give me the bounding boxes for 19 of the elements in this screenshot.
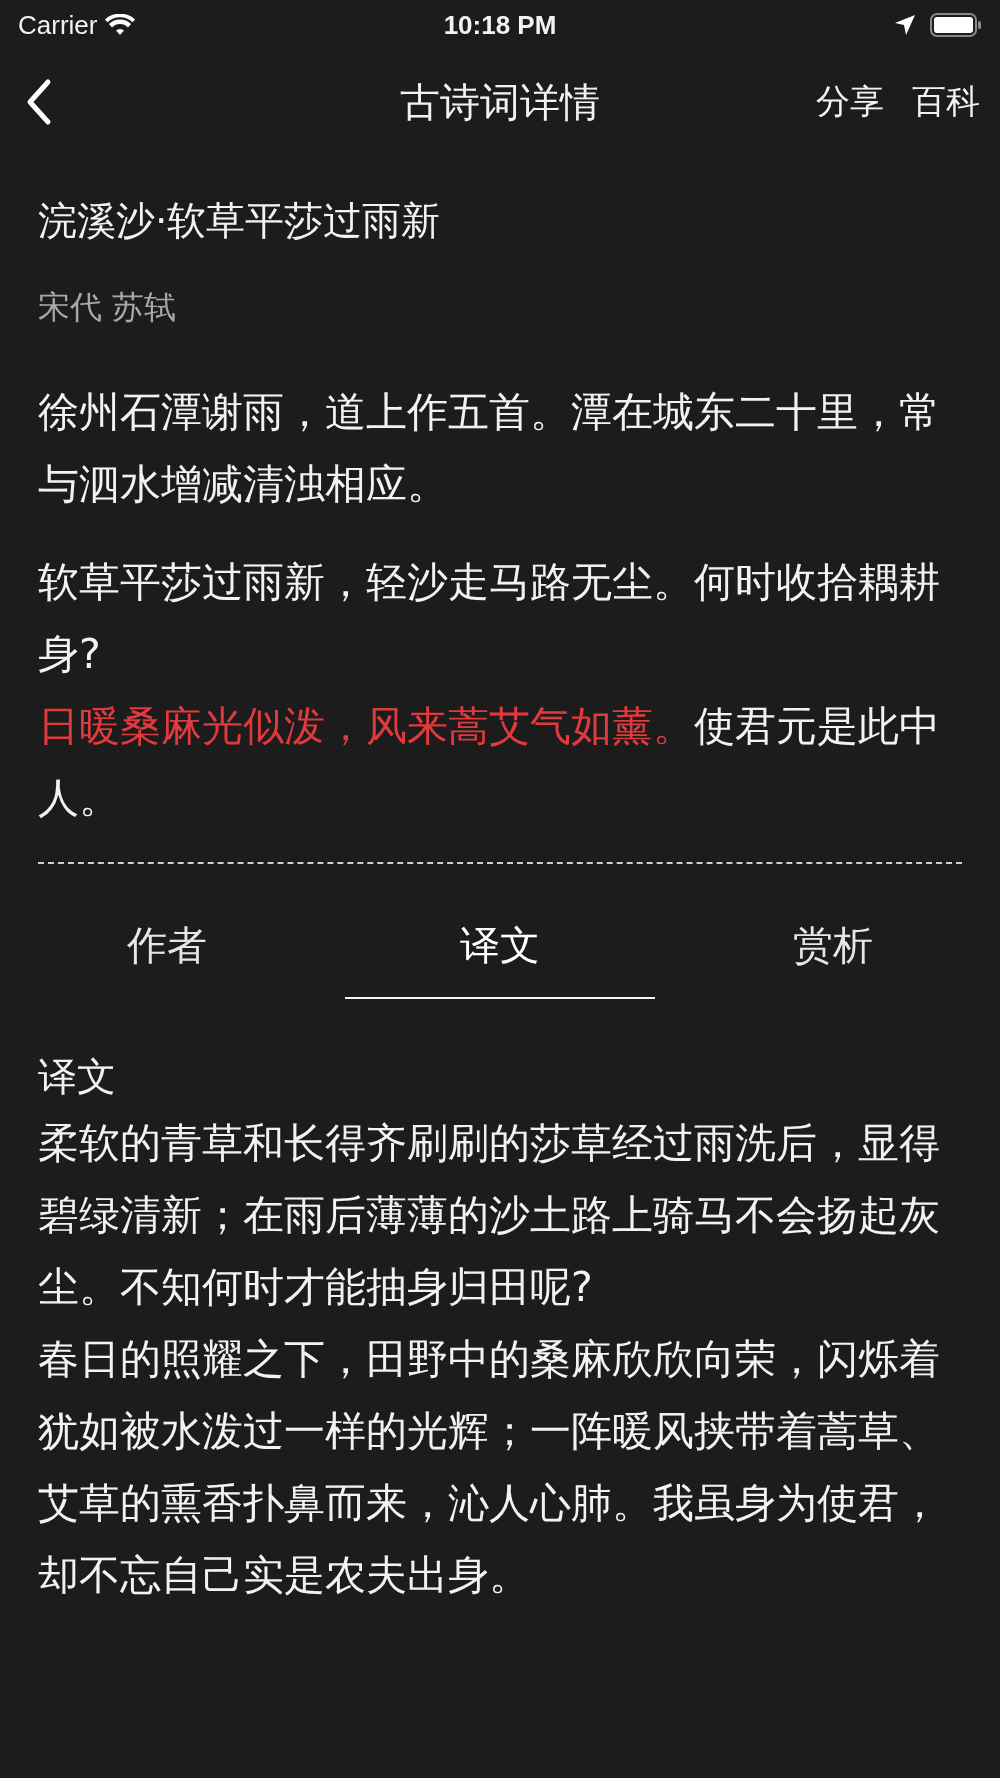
translation-paragraph: 柔软的青草和长得齐刷刷的莎草经过雨洗后，显得碧绿清新；在雨后薄薄的沙土路上骑马不会扬起灰尘。不知何时才能抽身归田呢? bbox=[38, 1118, 941, 1313]
poem-verse: 日暖桑麻光似泼，风来蒿艾气如薰。使君元是此中人。 bbox=[38, 701, 941, 824]
section-heading: 译文 bbox=[38, 1053, 117, 1101]
tab[interactable]: 译文 bbox=[345, 906, 655, 999]
screen-title: 古诗词详情 bbox=[400, 78, 600, 125]
poem-title: 浣溪沙·软草平莎过雨新 bbox=[38, 197, 442, 245]
poem-verse: 软草平莎过雨新，轻沙走马路无尘。何时收拾耦耕身? bbox=[38, 557, 941, 680]
location-arrow-icon bbox=[894, 14, 916, 36]
battery-icon bbox=[930, 13, 982, 37]
wifi-icon bbox=[105, 14, 136, 36]
tab[interactable]: 赏析 bbox=[678, 906, 988, 999]
tab[interactable]: 作者 bbox=[12, 906, 322, 999]
carrier-label: Carrier bbox=[18, 9, 98, 41]
poem-author: 宋代 苏轼 bbox=[38, 287, 178, 328]
translation-paragraph: 春日的照耀之下，田野中的桑麻欣欣向荣，闪烁着犹如被水泼过一样的光辉；一阵暖风挟带着蒿草、艾草的熏香扑鼻而来，沁人心肺。我虽身为使君，却不忘自己实是农夫出身。 bbox=[38, 1334, 941, 1601]
nav-action-button[interactable]: 百科 bbox=[912, 79, 980, 125]
nav-action-button[interactable]: 分享 bbox=[816, 79, 884, 125]
clock-time: 10:18 PM bbox=[443, 9, 557, 41]
poem-preface: 徐州石潭谢雨，道上作五首。潭在城东二十里，常与泗水增减清浊相应。 bbox=[38, 387, 941, 510]
